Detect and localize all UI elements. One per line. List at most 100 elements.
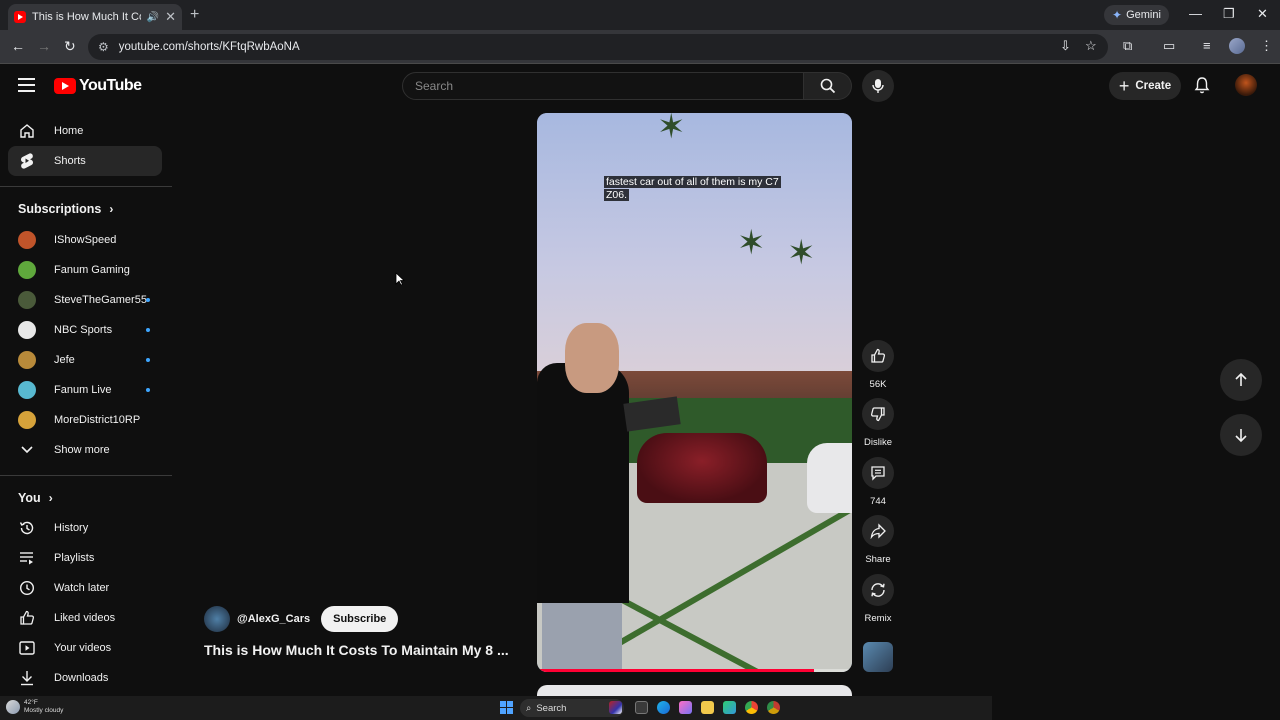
dislike-button[interactable] xyxy=(862,398,894,430)
sidebar-item-subscription[interactable]: Fanum Live xyxy=(8,375,162,405)
sidebar-item-label: Watch later xyxy=(54,582,110,594)
sidebar-item-label: Your videos xyxy=(54,642,112,654)
sidebar-item-label: Home xyxy=(54,125,84,137)
browser-menu-icon[interactable]: ⋮ xyxy=(1260,38,1273,54)
forward-button[interactable]: → xyxy=(37,38,51,54)
channel-avatar[interactable] xyxy=(204,606,230,632)
minimize-button[interactable]: — xyxy=(1189,6,1202,21)
sidebar-item-home[interactable]: Home xyxy=(8,116,162,146)
menu-icon[interactable] xyxy=(18,78,35,92)
edge-browser-icon[interactable] xyxy=(657,701,670,714)
taskbar-search-label: Search xyxy=(536,702,567,714)
next-short-button[interactable] xyxy=(1220,414,1262,456)
sidebar-item-subscription[interactable]: NBC Sports xyxy=(8,315,162,345)
speaker-icon[interactable]: 🔊 xyxy=(147,12,159,23)
search-box xyxy=(402,72,804,100)
subscriptions-header[interactable]: Subscriptions › xyxy=(18,202,113,216)
bookmark-star-icon[interactable]: ☆ xyxy=(1085,38,1097,54)
channel-avatar xyxy=(18,411,36,429)
sidebar: Home Shorts Subscriptions › IShowSpeed F… xyxy=(0,108,172,696)
sidebar-item-playlists[interactable]: Playlists xyxy=(8,543,162,573)
sidebar-item-liked-videos[interactable]: Liked videos xyxy=(8,603,162,633)
sidebar-item-subscription[interactable]: SteveTheGamer55 xyxy=(8,285,162,315)
video-progress-bar[interactable] xyxy=(537,669,852,672)
close-tab-icon[interactable]: ✕ xyxy=(165,9,176,25)
back-button[interactable]: ← xyxy=(11,38,25,54)
sidebar-item-subscription[interactable]: IShowSpeed xyxy=(8,225,162,255)
remix-button[interactable] xyxy=(862,574,894,606)
share-button[interactable] xyxy=(862,515,894,547)
create-button[interactable]: + Create xyxy=(1109,72,1181,100)
copilot-icon[interactable] xyxy=(679,701,692,714)
url-text: youtube.com/shorts/KFtqRwbAoNA xyxy=(118,41,300,53)
sidebar-item-show-more[interactable]: Show more xyxy=(8,435,162,465)
tab-title: This is How Much It Costs To Maintain My… xyxy=(32,11,141,23)
chrome-profile-icon[interactable] xyxy=(767,701,780,714)
thumbs-down-icon xyxy=(870,407,885,422)
new-tab-button[interactable]: + xyxy=(190,6,199,24)
cast-icon[interactable]: ▭ xyxy=(1163,38,1175,54)
browser-toolbar: ← → ↻ ⚙ youtube.com/shorts/KFtqRwbAoNA ⇩… xyxy=(0,30,1280,64)
new-content-dot xyxy=(146,358,150,362)
shorts-icon xyxy=(18,152,36,170)
channel-avatar xyxy=(18,321,36,339)
search-input[interactable] xyxy=(403,73,803,99)
chrome-icon[interactable] xyxy=(745,701,758,714)
reload-button[interactable]: ↻ xyxy=(64,38,76,55)
sidebar-item-shorts[interactable]: Shorts xyxy=(8,146,162,176)
sidebar-item-subscription[interactable]: Fanum Gaming xyxy=(8,255,162,285)
address-bar[interactable]: ⚙ youtube.com/shorts/KFtqRwbAoNA xyxy=(88,34,1108,60)
media-controls-icon[interactable]: ≡ xyxy=(1203,38,1211,53)
browser-profile-avatar[interactable] xyxy=(1229,38,1245,54)
subscribe-button[interactable]: Subscribe xyxy=(321,606,399,632)
task-view-icon[interactable] xyxy=(635,701,648,714)
windows-start-icon[interactable] xyxy=(500,701,513,714)
browser-tab[interactable]: This is How Much It Costs To Maintain My… xyxy=(8,4,182,30)
chevron-right-icon: › xyxy=(48,491,53,505)
search-button[interactable] xyxy=(804,72,852,100)
video-icon xyxy=(18,639,36,657)
sidebar-item-subscription[interactable]: Jefe xyxy=(8,345,162,375)
sidebar-item-history[interactable]: History xyxy=(8,513,162,543)
install-app-icon[interactable]: ⇩ xyxy=(1060,38,1071,54)
dislike-action[interactable]: Dislike xyxy=(862,398,894,448)
like-action[interactable]: 56K xyxy=(862,340,894,390)
previous-short-button[interactable] xyxy=(1220,359,1262,401)
divider xyxy=(0,475,172,476)
extensions-icon[interactable]: ⧉ xyxy=(1123,38,1132,54)
account-avatar[interactable] xyxy=(1235,74,1257,96)
sidebar-item-label: Jefe xyxy=(54,354,75,366)
sidebar-item-downloads[interactable]: Downloads xyxy=(8,663,162,693)
window-close-button[interactable]: ✕ xyxy=(1257,6,1268,22)
like-button[interactable] xyxy=(862,340,894,372)
audio-track-thumbnail[interactable] xyxy=(863,642,893,672)
voice-search-button[interactable] xyxy=(862,70,894,102)
sidebar-item-your-videos[interactable]: Your videos xyxy=(8,633,162,663)
site-info-icon[interactable]: ⚙ xyxy=(98,40,109,54)
store-icon[interactable] xyxy=(723,701,736,714)
video-title[interactable]: This is How Much It Costs To Maintain My… xyxy=(204,642,509,658)
caption-text: fastest car out of all of them is my C7 … xyxy=(604,176,781,201)
palm-tree-graphic: ✶ xyxy=(657,113,686,146)
chevron-right-icon: › xyxy=(109,202,114,216)
weather-widget[interactable]: 42°F Mostly cloudy xyxy=(6,699,63,715)
comment-button[interactable] xyxy=(862,457,894,489)
channel-handle[interactable]: @AlexG_Cars xyxy=(237,613,310,625)
short-video-player[interactable]: ✶ ✶ ✶ fastest car out of all of them is … xyxy=(537,113,852,672)
remix-action[interactable]: Remix xyxy=(862,574,894,624)
youtube-logo[interactable]: YouTube xyxy=(54,77,142,95)
you-header[interactable]: You › xyxy=(18,491,53,505)
cloudy-weather-icon xyxy=(6,700,20,714)
share-action[interactable]: Share xyxy=(862,515,894,565)
sidebar-item-watch-later[interactable]: Watch later xyxy=(8,573,162,603)
comment-action[interactable]: 744 xyxy=(862,457,894,507)
restore-button[interactable]: ❐ xyxy=(1223,6,1235,22)
clock-icon xyxy=(18,579,36,597)
youtube-header: YouTube + Create xyxy=(0,64,1280,108)
chevron-down-icon xyxy=(18,441,36,459)
channel-avatar xyxy=(18,351,36,369)
gemini-button[interactable]: ✦ Gemini xyxy=(1104,5,1169,25)
file-explorer-icon[interactable] xyxy=(701,701,714,714)
notifications-bell-icon[interactable] xyxy=(1193,76,1211,99)
sidebar-item-subscription[interactable]: MoreDistrict10RP xyxy=(8,405,162,435)
